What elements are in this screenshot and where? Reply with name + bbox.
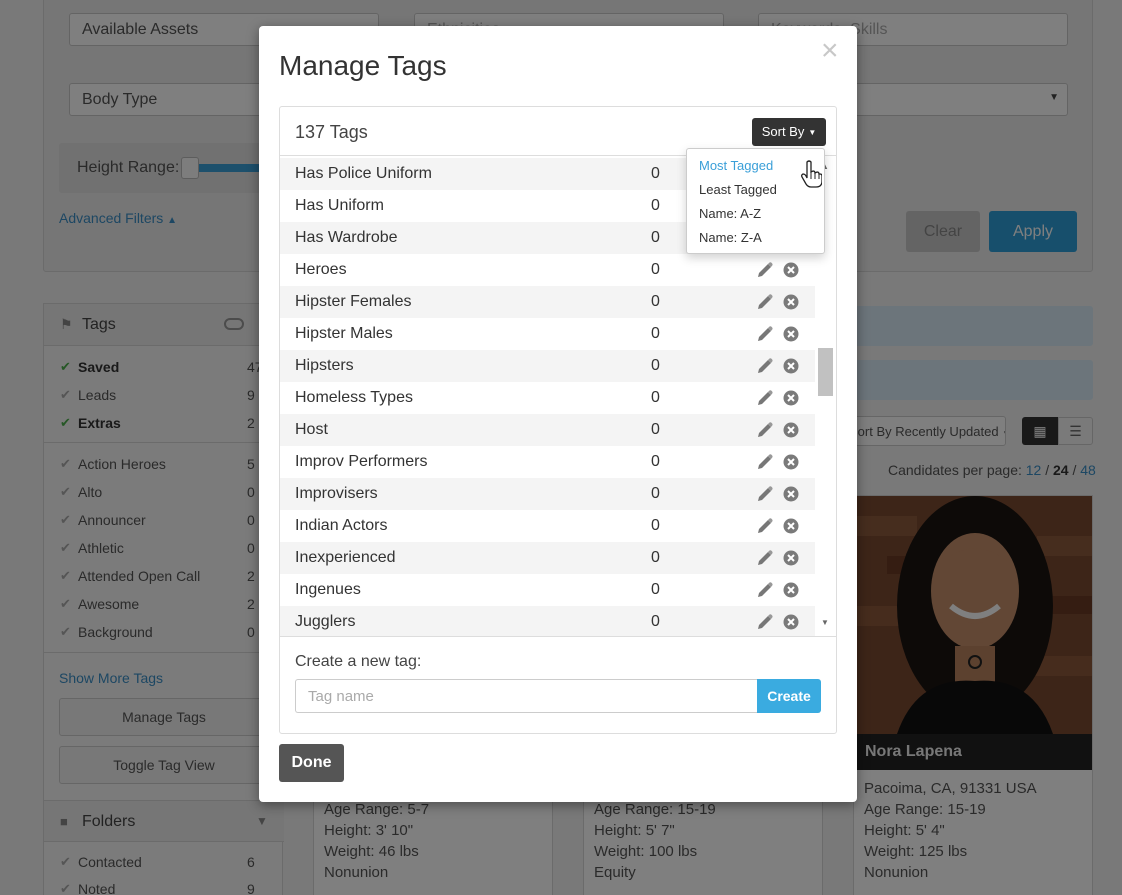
- tag-name: Host: [295, 421, 328, 438]
- create-button[interactable]: Create: [757, 679, 821, 713]
- pencil-icon[interactable]: [756, 261, 774, 279]
- delete-icon[interactable]: [783, 518, 799, 534]
- delete-icon[interactable]: [783, 422, 799, 438]
- tag-name: Homeless Types: [295, 389, 413, 406]
- tag-name: Ingenues: [295, 581, 361, 598]
- caret-down-icon: ▼: [808, 127, 817, 137]
- tags-count: 137 Tags: [295, 122, 368, 142]
- tag-row: Inexperienced 0: [280, 542, 815, 574]
- delete-icon[interactable]: [783, 454, 799, 470]
- sort-option-most-tagged[interactable]: Most Tagged: [699, 158, 773, 173]
- tag-count: 0: [651, 549, 660, 566]
- tag-row: Heroes 0: [280, 254, 815, 286]
- hand-cursor-icon: [801, 160, 822, 188]
- pencil-icon[interactable]: [756, 389, 774, 407]
- divider: [280, 636, 836, 637]
- tag-name: Hipster Females: [295, 293, 412, 310]
- tag-name: Improv Performers: [295, 453, 428, 470]
- scrollbar-thumb[interactable]: [818, 348, 833, 396]
- tag-count: 0: [651, 197, 660, 214]
- scroll-down-icon[interactable]: ▼: [821, 618, 829, 627]
- tag-name: Indian Actors: [295, 517, 388, 534]
- tag-row: Hipsters 0: [280, 350, 815, 382]
- tag-row: Improvisers 0: [280, 478, 815, 510]
- delete-icon[interactable]: [783, 614, 799, 630]
- tag-row: Host 0: [280, 414, 815, 446]
- manage-tags-modal: Manage Tags × 137 Tags Sort By ▼ Has Poli…: [259, 26, 857, 802]
- tag-name: Inexperienced: [295, 549, 396, 566]
- delete-icon[interactable]: [783, 486, 799, 502]
- tag-count: 0: [651, 453, 660, 470]
- delete-icon[interactable]: [783, 390, 799, 406]
- delete-icon[interactable]: [783, 294, 799, 310]
- delete-icon[interactable]: [783, 326, 799, 342]
- modal-title: Manage Tags: [279, 50, 447, 81]
- delete-icon[interactable]: [783, 582, 799, 598]
- tag-count: 0: [651, 517, 660, 534]
- tag-count: 0: [651, 613, 660, 630]
- pencil-icon[interactable]: [756, 517, 774, 535]
- pencil-icon[interactable]: [756, 357, 774, 375]
- done-button[interactable]: Done: [279, 744, 344, 782]
- tag-count: 0: [651, 229, 660, 246]
- tag-name: Has Police Uniform: [295, 165, 432, 182]
- tag-row: Ingenues 0: [280, 574, 815, 606]
- tag-row: Hipster Females 0: [280, 286, 815, 318]
- pencil-icon[interactable]: [756, 453, 774, 471]
- tag-name: Heroes: [295, 261, 347, 278]
- sort-option-least-tagged[interactable]: Least Tagged: [699, 182, 777, 197]
- sort-option-name-a-z[interactable]: Name: A-Z: [699, 206, 761, 221]
- tag-count: 0: [651, 581, 660, 598]
- tag-count: 0: [651, 165, 660, 182]
- tag-count: 0: [651, 325, 660, 342]
- tag-count: 0: [651, 485, 660, 502]
- create-tag-label: Create a new tag:: [295, 653, 422, 670]
- delete-icon[interactable]: [783, 262, 799, 278]
- tag-row: Hipster Males 0: [280, 318, 815, 350]
- pencil-icon[interactable]: [756, 613, 774, 631]
- tag-count: 0: [651, 389, 660, 406]
- tag-name: Has Wardrobe: [295, 229, 398, 246]
- tag-name: Has Uniform: [295, 197, 384, 214]
- delete-icon[interactable]: [783, 550, 799, 566]
- pencil-icon[interactable]: [756, 421, 774, 439]
- tag-count: 0: [651, 357, 660, 374]
- delete-icon[interactable]: [783, 358, 799, 374]
- close-icon[interactable]: ×: [821, 34, 839, 68]
- sort-by-button[interactable]: Sort By ▼: [752, 118, 826, 146]
- tag-name: Hipsters: [295, 357, 354, 374]
- tag-name: Jugglers: [295, 613, 356, 630]
- pencil-icon[interactable]: [756, 325, 774, 343]
- pencil-icon[interactable]: [756, 485, 774, 503]
- tag-name-input[interactable]: [295, 679, 758, 713]
- tag-name: Hipster Males: [295, 325, 393, 342]
- sort-option-name-z-a[interactable]: Name: Z-A: [699, 230, 762, 245]
- tag-count: 0: [651, 293, 660, 310]
- tag-count: 0: [651, 261, 660, 278]
- tag-row: Jugglers 0: [280, 606, 815, 636]
- pencil-icon[interactable]: [756, 293, 774, 311]
- pencil-icon[interactable]: [756, 581, 774, 599]
- tag-row: Indian Actors 0: [280, 510, 815, 542]
- pencil-icon[interactable]: [756, 549, 774, 567]
- tag-count: 0: [651, 421, 660, 438]
- tag-row: Homeless Types 0: [280, 382, 815, 414]
- tag-name: Improvisers: [295, 485, 378, 502]
- tag-row: Improv Performers 0: [280, 446, 815, 478]
